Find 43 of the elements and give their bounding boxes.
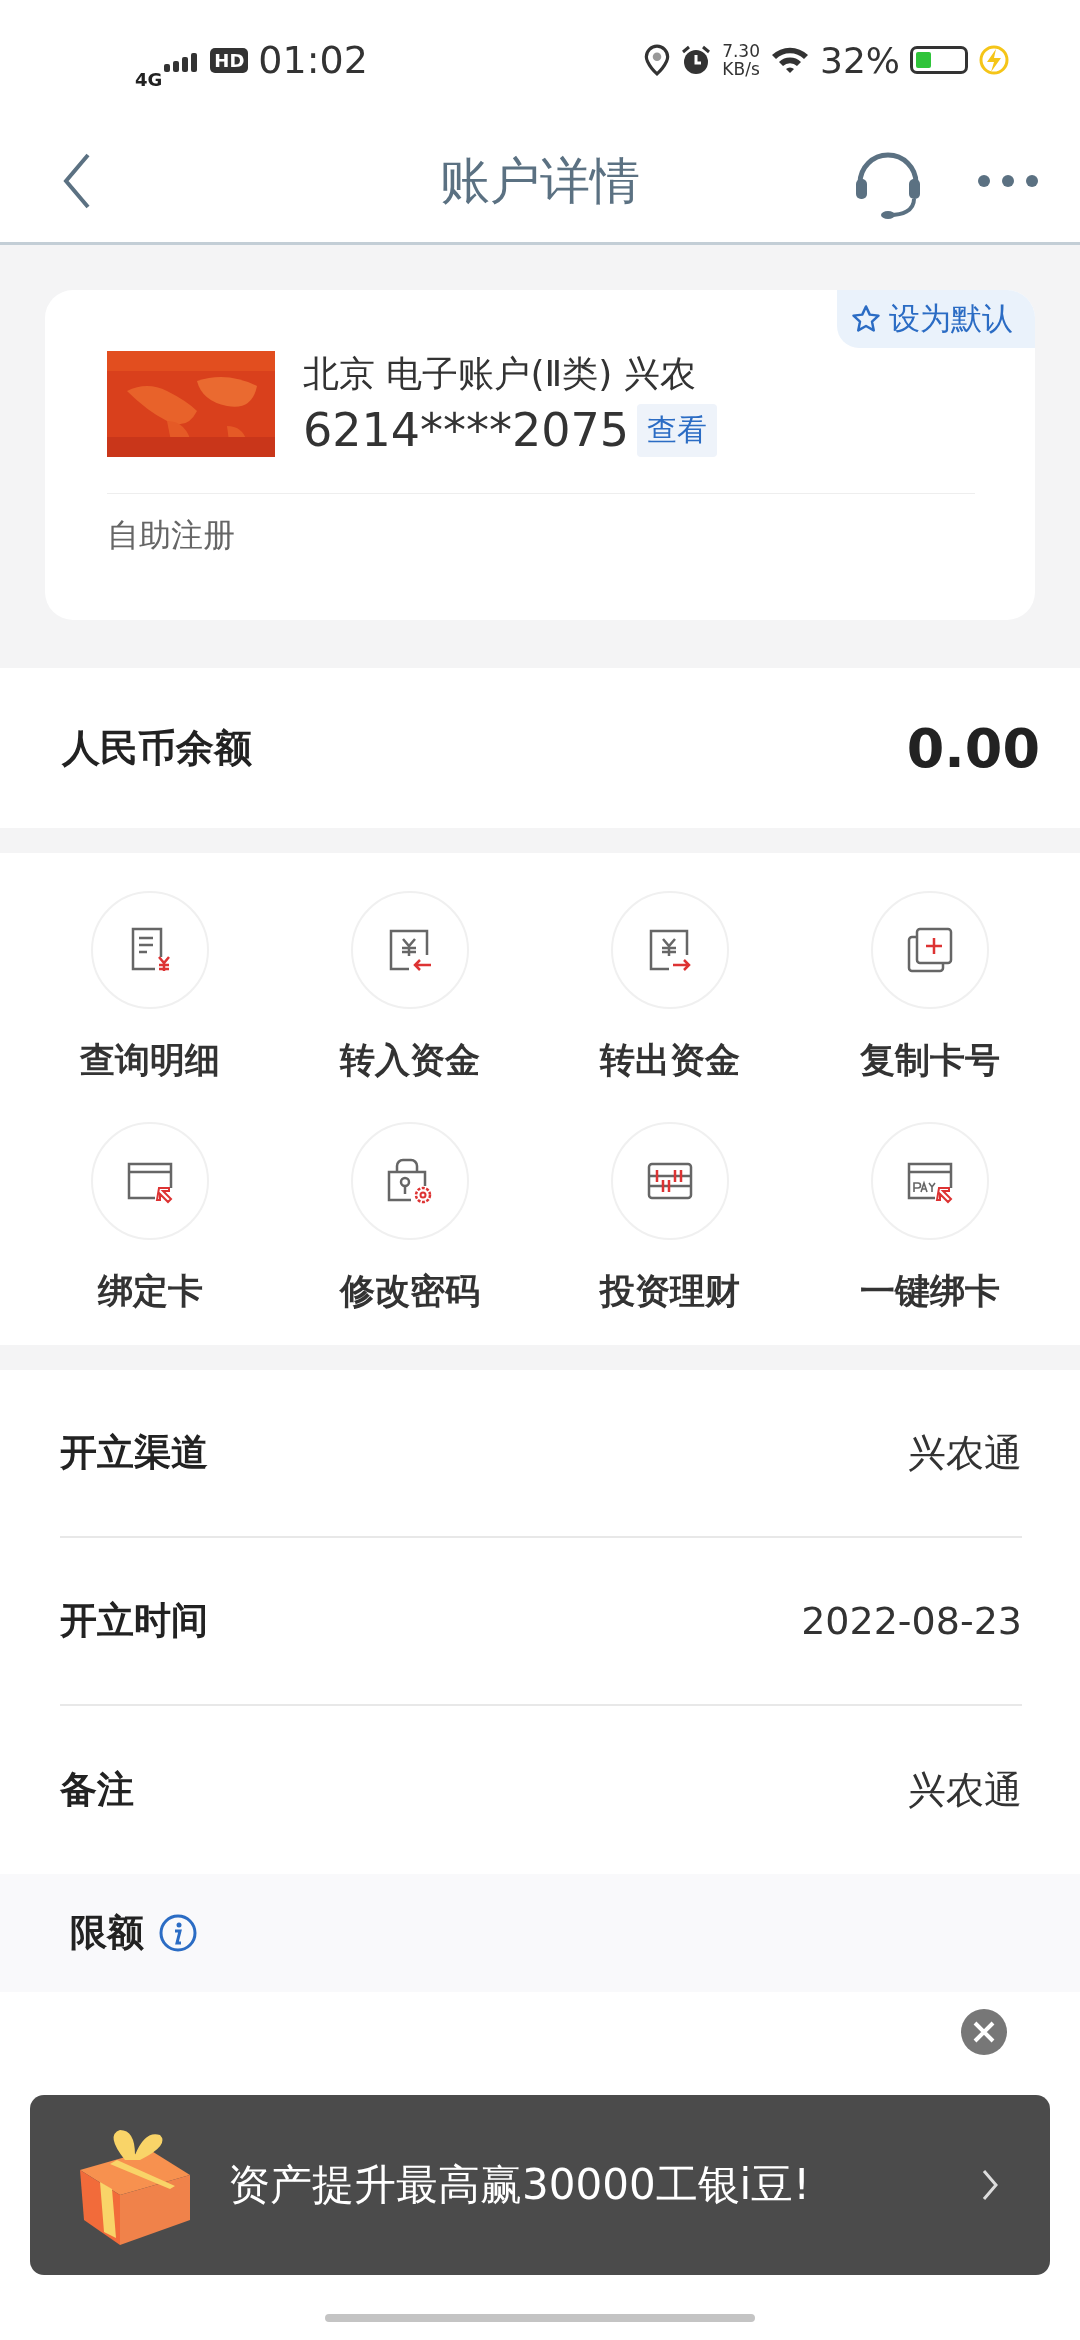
info-label: 开立时间 bbox=[60, 1598, 208, 1644]
balance-value: 0.00 bbox=[906, 716, 1040, 780]
page-title: 账户详情 bbox=[440, 150, 640, 212]
info-label: 备注 bbox=[60, 1767, 134, 1813]
action-item[interactable]: 投资理财 bbox=[540, 1122, 800, 1315]
battery-icon bbox=[910, 46, 968, 74]
network-label: 4G bbox=[135, 68, 163, 90]
more-icon[interactable] bbox=[976, 173, 1040, 189]
action-item[interactable]: 绑定卡 bbox=[20, 1122, 280, 1315]
promo-banner[interactable]: 资产提升最高赢30000工银i豆! bbox=[30, 2095, 1050, 2275]
action-item[interactable]: 一键绑卡 bbox=[800, 1122, 1060, 1315]
hd-badge: HD bbox=[210, 47, 249, 73]
close-icon[interactable] bbox=[961, 2009, 1007, 2055]
action-item[interactable]: 修改密码 bbox=[280, 1122, 540, 1315]
speed-unit: KB/s bbox=[722, 60, 760, 78]
account-name: 北京 电子账户(Ⅱ类) 兴农 bbox=[303, 352, 697, 396]
alarm-icon bbox=[680, 44, 713, 76]
set-default-button[interactable]: 设为默认 bbox=[837, 290, 1035, 348]
info-icon[interactable] bbox=[158, 1913, 198, 1953]
account-number: 6214****2075 bbox=[303, 403, 630, 457]
info-label: 开立渠道 bbox=[60, 1430, 208, 1476]
chevron-right-icon bbox=[980, 2167, 1000, 2203]
back-icon[interactable] bbox=[62, 153, 92, 209]
info-value: 兴农通 bbox=[908, 1429, 1022, 1477]
clock-time: 01:02 bbox=[258, 38, 368, 82]
view-button[interactable]: 查看 bbox=[637, 403, 718, 457]
battery-percent: 32% bbox=[820, 39, 900, 81]
copy-icon bbox=[905, 925, 955, 975]
info-value: 2022-08-23 bbox=[801, 1599, 1022, 1643]
balance-label: 人民币余额 bbox=[62, 724, 252, 772]
limits-title: 限额 bbox=[70, 1910, 144, 1956]
promo-text: 资产提升最高赢30000工银i豆! bbox=[228, 2159, 812, 2211]
speed-value: 7.30 bbox=[722, 42, 760, 60]
action-item[interactable]: 转入资金 bbox=[280, 891, 540, 1084]
action-item[interactable]: 复制卡号 bbox=[800, 891, 1060, 1084]
action-item[interactable]: 查询明细 bbox=[20, 891, 280, 1084]
location-icon bbox=[644, 44, 671, 76]
charging-icon bbox=[978, 44, 1010, 76]
registration-channel: 自助注册 bbox=[107, 516, 235, 554]
info-value: 兴农通 bbox=[908, 1766, 1022, 1814]
action-item[interactable]: 转出资金 bbox=[540, 891, 800, 1084]
star-icon bbox=[851, 304, 881, 334]
wifi-icon bbox=[770, 45, 810, 75]
